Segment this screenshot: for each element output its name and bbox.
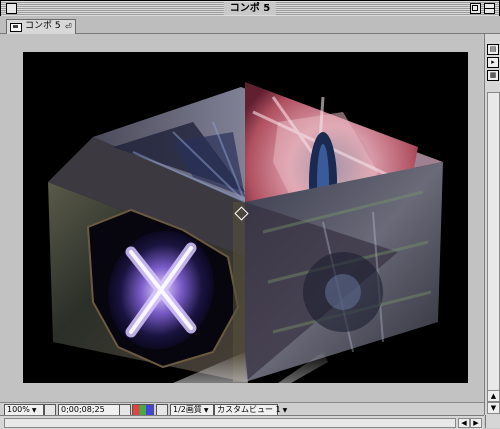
scroll-down-icon[interactable]: ▼ <box>487 402 500 414</box>
horizontal-scroll-track[interactable] <box>4 418 456 428</box>
resize-grip-icon[interactable] <box>485 415 500 428</box>
composition-viewer[interactable] <box>23 52 468 383</box>
scroll-left-icon[interactable]: ◀ <box>458 418 470 428</box>
composition-icon <box>10 23 22 32</box>
zoom-value: 100% <box>7 405 30 414</box>
scroll-right-icon[interactable]: ▶ <box>470 418 482 428</box>
window-title-bar[interactable]: コンポ 5 <box>0 0 500 17</box>
window-title: コンポ 5 <box>223 2 277 15</box>
right-side-panel: ▤ ▸ ▦ ▲ ▼ <box>484 34 500 415</box>
horizontal-scrollbar[interactable]: ◀ ▶ <box>0 415 484 429</box>
tab-label: コンポ 5 <box>25 21 61 31</box>
zoom-box-icon[interactable] <box>470 3 481 14</box>
cube-render <box>48 82 443 383</box>
view-value: カスタムビュー 1 <box>217 405 281 414</box>
timecode-value: 0;00;08;25 <box>61 405 105 414</box>
close-box-icon[interactable] <box>6 3 17 14</box>
tab-comp[interactable]: コンポ 5 ⏎ <box>6 19 76 34</box>
comp-flowchart-icon[interactable]: ▤ <box>487 44 499 55</box>
comp-toolbar: 100% 0;00;08;25 1/2画質 カスタムビュー 1 <box>0 402 484 416</box>
tab-strip: コンポ 5 ⏎ <box>0 16 500 34</box>
scroll-up-icon[interactable]: ▲ <box>487 390 500 402</box>
resolution-value: 1/2画質 <box>173 405 202 414</box>
composition-area <box>0 34 483 402</box>
panel-menu-icon[interactable]: ▸ <box>487 57 499 68</box>
vertical-scrollbar[interactable] <box>487 92 500 400</box>
layer-window-icon[interactable]: ▦ <box>487 70 499 81</box>
collapse-box-icon[interactable] <box>484 3 495 14</box>
tab-menu-icon[interactable]: ⏎ <box>65 20 72 33</box>
